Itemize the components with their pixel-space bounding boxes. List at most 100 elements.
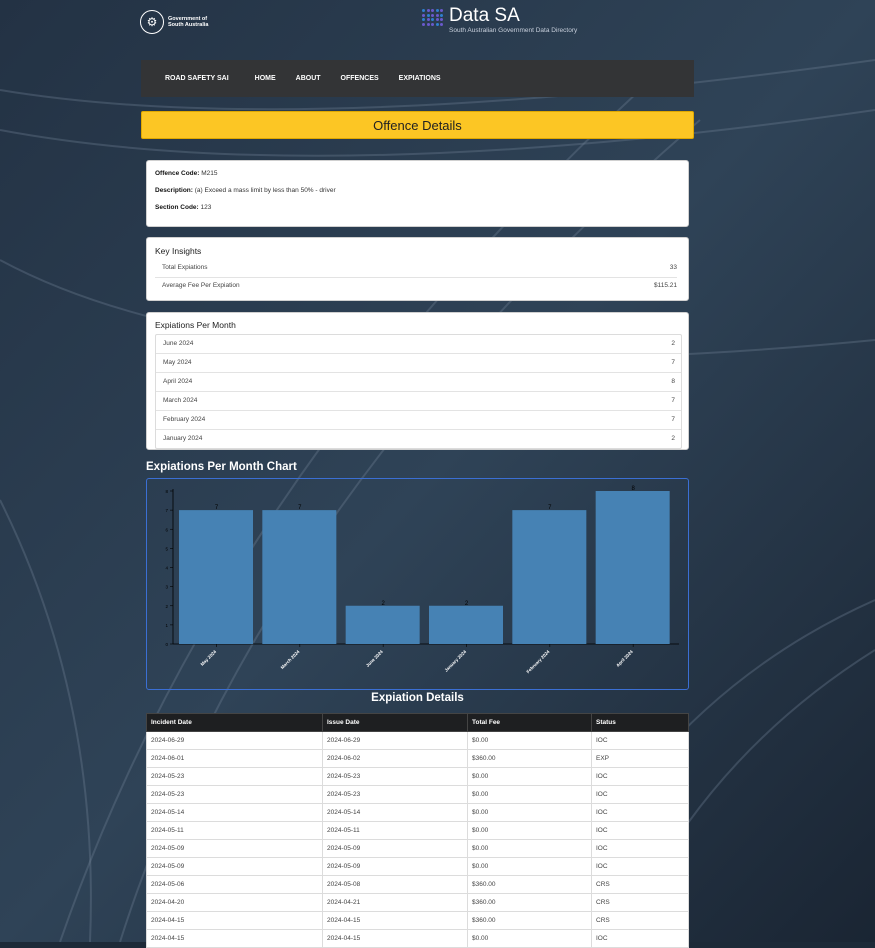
x-tick-label: June 2024 — [365, 649, 384, 668]
table-cell: 2024-06-29 — [322, 731, 468, 750]
month-label: January 2024 — [163, 435, 203, 442]
list-item: March 2024 7 — [156, 392, 681, 411]
table-row: 2024-06-01 2024-06-02 $360.00 EXP — [146, 749, 689, 768]
table-cell: 2024-04-21 — [322, 893, 468, 912]
nav-about[interactable]: ABOUT — [296, 75, 321, 82]
table-cell: 2024-05-08 — [322, 875, 468, 894]
table-cell: $0.00 — [467, 857, 592, 876]
list-item: January 2024 2 — [156, 430, 681, 448]
nav-offences[interactable]: OFFENCES — [341, 75, 379, 82]
table-row: 2024-05-09 2024-05-09 $0.00 IOC — [146, 857, 689, 876]
expiation-details-table: Incident Date Issue Date Total Fee Statu… — [146, 713, 689, 948]
column-header[interactable]: Incident Date — [146, 713, 323, 732]
table-cell: 2024-04-15 — [146, 911, 323, 930]
bar — [179, 510, 253, 644]
per-month-title: Expiations Per Month — [155, 320, 236, 330]
table-row: 2024-05-23 2024-05-23 $0.00 IOC — [146, 785, 689, 804]
table-cell: CRS — [591, 893, 689, 912]
x-tick-label: May 2024 — [200, 649, 218, 667]
table-cell: 2024-05-09 — [322, 857, 468, 876]
y-tick-label: 3 — [165, 585, 168, 590]
offence-info-card: Offence Code: M215 Description: (a) Exce… — [146, 160, 689, 227]
column-header[interactable]: Total Fee — [467, 713, 592, 732]
table-cell: CRS — [591, 875, 689, 894]
page-title: Offence Details — [141, 111, 694, 139]
list-item: April 2024 8 — [156, 373, 681, 392]
government-logo[interactable]: ⚙ Government of South Australia — [140, 9, 212, 35]
offence-code-row: Offence Code: M215 — [155, 170, 218, 177]
table-cell: $360.00 — [467, 911, 592, 930]
column-header[interactable]: Issue Date — [322, 713, 468, 732]
description-row: Description: (a) Exceed a mass limit by … — [155, 187, 336, 194]
table-cell: $0.00 — [467, 731, 592, 750]
month-label: March 2024 — [163, 397, 198, 404]
table-cell: 2024-04-15 — [322, 929, 468, 948]
description-label: Description: — [155, 187, 193, 194]
table-row: 2024-05-23 2024-05-23 $0.00 IOC — [146, 767, 689, 786]
bar — [429, 605, 503, 644]
table-cell: 2024-05-11 — [322, 821, 468, 840]
month-count: 2 — [671, 435, 675, 442]
table-cell: 2024-06-02 — [322, 749, 468, 768]
insight-label: Total Expiations — [162, 264, 208, 271]
table-cell: 2024-05-09 — [322, 839, 468, 858]
table-row: 2024-05-14 2024-05-14 $0.00 IOC — [146, 803, 689, 822]
month-label: June 2024 — [163, 340, 194, 347]
list-item: February 2024 7 — [156, 411, 681, 430]
y-tick-label: 1 — [165, 623, 168, 628]
table-cell: $0.00 — [467, 785, 592, 804]
month-count: 7 — [671, 397, 675, 404]
datasa-subtitle: South Australian Government Data Directo… — [449, 27, 578, 34]
column-header[interactable]: Status — [591, 713, 689, 732]
per-month-list: June 2024 2 May 2024 7 April 2024 8 March 2… — [155, 334, 682, 449]
table-cell: 2024-05-23 — [146, 767, 323, 786]
y-tick-label: 7 — [165, 508, 168, 513]
section-code-value: 123 — [200, 204, 212, 211]
table-cell: 2024-05-06 — [146, 875, 323, 894]
datasa-logo[interactable]: Data SA South Australian Government Data… — [422, 6, 577, 34]
table-cell: CRS — [591, 911, 689, 930]
table-cell: IOC — [591, 767, 689, 786]
table-cell: IOC — [591, 785, 689, 804]
table-cell: EXP — [591, 749, 689, 768]
x-tick-label: January 2024 — [443, 649, 467, 673]
key-insights-title: Key Insights — [155, 246, 202, 256]
bar — [262, 510, 337, 644]
table-row: 2024-04-20 2024-04-21 $360.00 CRS — [146, 893, 689, 912]
table-cell: 2024-05-23 — [322, 767, 468, 786]
month-label: April 2024 — [163, 378, 193, 385]
nav-expiations[interactable]: EXPIATIONS — [399, 75, 441, 82]
chart-title: Expiations Per Month Chart — [146, 461, 297, 473]
table-row: 2024-05-09 2024-05-09 $0.00 IOC — [146, 839, 689, 858]
description-value: (a) Exceed a mass limit by less than 50%… — [194, 187, 336, 194]
x-tick-label: April 2024 — [615, 649, 634, 668]
y-tick-label: 5 — [165, 546, 168, 551]
y-tick-label: 2 — [165, 604, 168, 609]
table-cell: $0.00 — [467, 839, 592, 858]
details-title: Expiation Details — [371, 692, 464, 704]
month-count: 7 — [671, 416, 675, 423]
nav-brand[interactable]: ROAD SAFETY SAI — [165, 75, 229, 82]
y-tick-label: 8 — [165, 489, 168, 494]
x-tick-label: February 2024 — [525, 649, 550, 674]
datasa-dots-icon — [422, 9, 443, 26]
table-cell: IOC — [591, 839, 689, 858]
offence-code-label: Offence Code: — [155, 170, 200, 177]
table-cell: $0.00 — [467, 767, 592, 786]
section-code-label: Section Code: — [155, 204, 199, 211]
list-item: May 2024 7 — [156, 354, 681, 373]
table-cell: IOC — [591, 821, 689, 840]
nav-home[interactable]: HOME — [255, 75, 276, 82]
insight-value: 33 — [669, 264, 677, 271]
table-row: 2024-05-06 2024-05-08 $360.00 CRS — [146, 875, 689, 894]
table-cell: 2024-05-23 — [322, 785, 468, 804]
table-row: 2024-04-15 2024-04-15 $360.00 CRS — [146, 911, 689, 930]
bar-chart: 0123456787May 20247March 20242June 20242… — [165, 486, 679, 674]
table-cell: $0.00 — [467, 803, 592, 822]
expiations-per-month-card: Expiations Per Month June 2024 2 May 2024… — [146, 312, 689, 450]
crest-icon: ⚙ — [140, 10, 164, 34]
insight-value: $115.21 — [653, 282, 677, 289]
insight-row: Average Fee Per Expiation $115.21 — [155, 277, 677, 295]
chart-container: 0 1 2 3 4 5 6 7 8 7 May 2024 7 March 2024 2 June 2024 2… — [146, 478, 689, 690]
table-header-row: Incident Date Issue Date Total Fee Statu… — [146, 713, 689, 732]
